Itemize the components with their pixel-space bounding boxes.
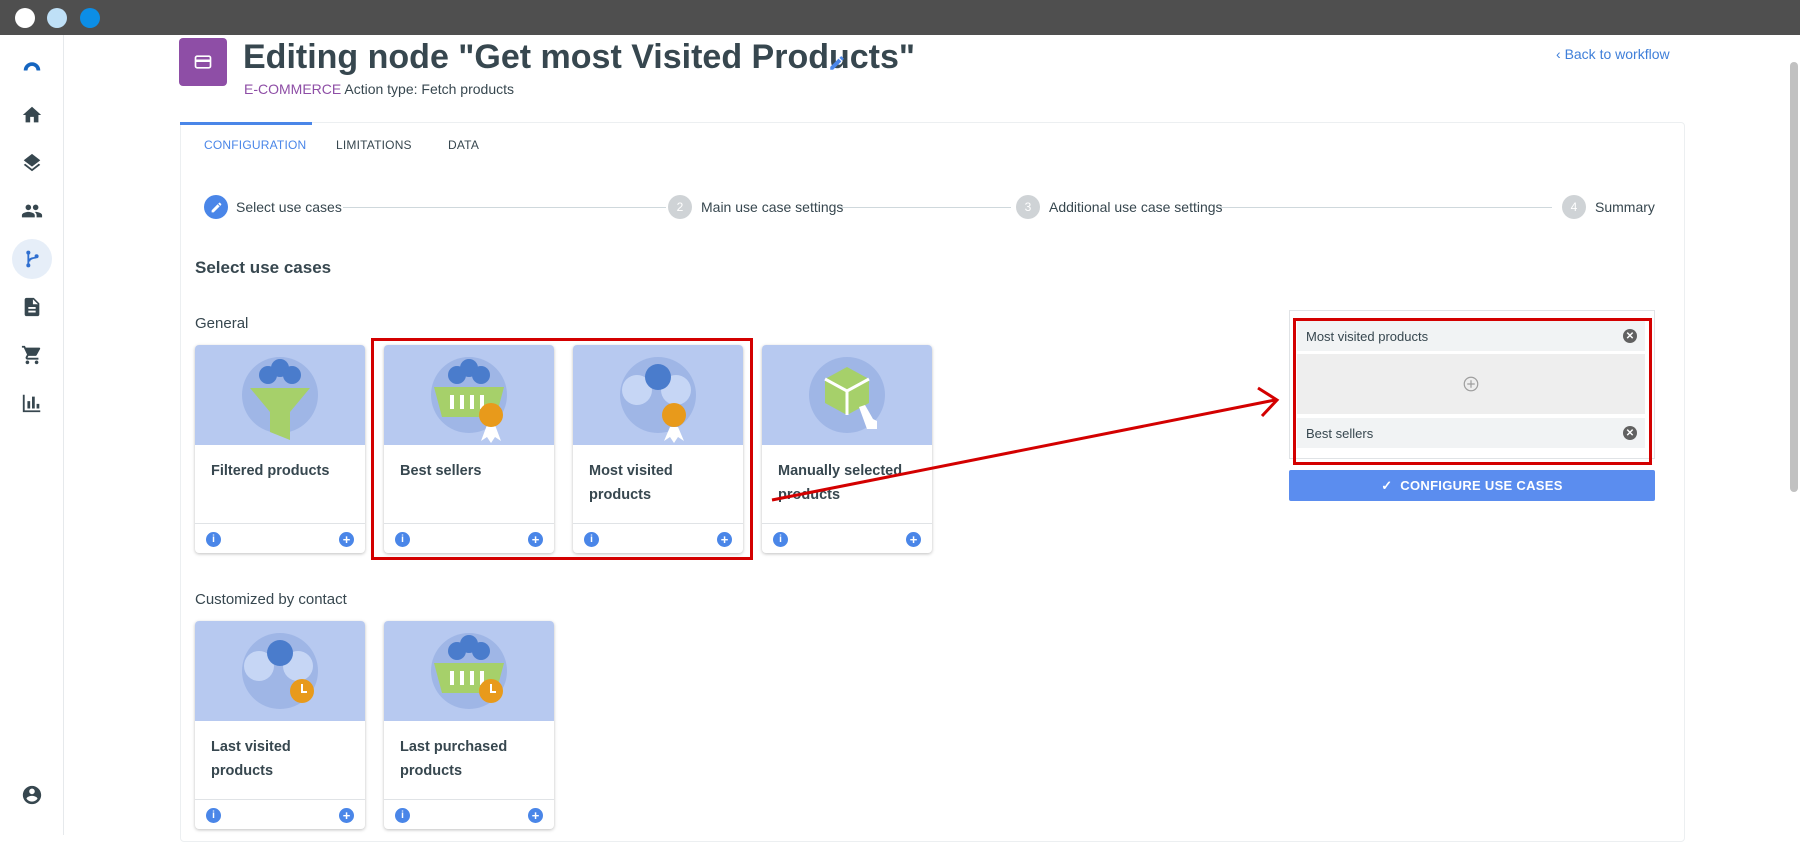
window-minimize-dot[interactable] xyxy=(47,8,67,28)
step-2-number[interactable]: 2 xyxy=(668,195,692,219)
bar-chart-icon[interactable] xyxy=(12,383,52,423)
people-icon[interactable] xyxy=(12,191,52,231)
step-2-label[interactable]: Main use case settings xyxy=(701,199,843,215)
funnel-icon xyxy=(195,345,365,445)
box-hand-icon xyxy=(762,345,932,445)
active-tab-indicator xyxy=(180,122,312,125)
back-link-label: Back to workflow xyxy=(1564,46,1670,62)
basket-clock-icon xyxy=(384,621,554,721)
node-subtitle: E-COMMERCE Action type: Fetch products xyxy=(244,81,514,97)
node-type-icon xyxy=(179,38,227,86)
card-title: Manually selected products xyxy=(778,463,903,503)
back-to-workflow-link[interactable]: ‹ Back to workflow xyxy=(1556,46,1670,62)
tab-limitations[interactable]: LIMITATIONS xyxy=(336,138,412,152)
step-3-label[interactable]: Additional use case settings xyxy=(1049,199,1223,215)
use-case-card-last-visited-products[interactable]: Last visited products i + xyxy=(195,621,365,829)
group-label-customized: Customized by contact xyxy=(195,591,347,608)
stepper-connector xyxy=(838,207,1011,208)
page-title: Editing node "Get most Visited Products" xyxy=(243,38,916,76)
group-label-general: General xyxy=(195,315,249,332)
document-icon[interactable] xyxy=(12,287,52,327)
card-footer: i + xyxy=(195,523,365,553)
use-case-card-manually-selected-products[interactable]: Manually selected products i + xyxy=(762,345,932,553)
vertical-scrollbar[interactable] xyxy=(1790,62,1798,492)
node-category: E-COMMERCE xyxy=(244,81,342,97)
highlight-box-general xyxy=(371,338,753,560)
window-titlebar xyxy=(0,0,1800,35)
add-icon[interactable]: + xyxy=(906,532,921,547)
account-icon[interactable] xyxy=(12,775,52,815)
card-footer: i + xyxy=(195,799,365,829)
step-1-label[interactable]: Select use cases xyxy=(236,199,342,215)
window-close-dot[interactable] xyxy=(15,8,35,28)
stepper-connector xyxy=(1220,207,1552,208)
add-icon[interactable]: + xyxy=(528,808,543,823)
configure-button-label: CONFIGURE USE CASES xyxy=(1400,478,1563,493)
section-title: Select use cases xyxy=(195,258,332,277)
highlight-box-selected xyxy=(1293,318,1652,465)
step-4-number[interactable]: 4 xyxy=(1562,195,1586,219)
stepper-connector xyxy=(343,207,666,208)
card-title: Filtered products xyxy=(211,463,330,479)
configure-use-cases-button[interactable]: ✓ CONFIGURE USE CASES xyxy=(1289,470,1655,501)
sidebar xyxy=(0,35,64,835)
add-icon[interactable]: + xyxy=(339,532,354,547)
cart-icon[interactable] xyxy=(12,335,52,375)
logo-icon[interactable] xyxy=(12,45,52,85)
window-maximize-dot[interactable] xyxy=(80,8,100,28)
add-icon[interactable]: + xyxy=(339,808,354,823)
workflow-icon[interactable] xyxy=(12,239,52,279)
check-icon: ✓ xyxy=(1381,477,1401,493)
card-title: Last purchased products xyxy=(400,739,508,779)
use-case-card-filtered-products[interactable]: Filtered products i + xyxy=(195,345,365,553)
card-footer: i + xyxy=(384,799,554,829)
use-case-card-last-purchased-products[interactable]: Last purchased products i + xyxy=(384,621,554,829)
step-3-number[interactable]: 3 xyxy=(1016,195,1040,219)
node-action-type: Action type: Fetch products xyxy=(344,81,514,97)
card-title: Last visited products xyxy=(211,739,291,779)
info-icon[interactable]: i xyxy=(206,808,221,823)
boxes-clock-icon xyxy=(195,621,365,721)
home-icon[interactable] xyxy=(12,95,52,135)
info-icon[interactable]: i xyxy=(773,532,788,547)
chevron-left-icon: ‹ xyxy=(1556,46,1565,62)
tab-configuration[interactable]: CONFIGURATION xyxy=(204,138,306,152)
step-4-label[interactable]: Summary xyxy=(1595,199,1655,215)
edit-title-pencil-icon[interactable] xyxy=(828,54,846,72)
info-icon[interactable]: i xyxy=(206,532,221,547)
step-1-edit-icon[interactable] xyxy=(204,195,228,219)
tab-data[interactable]: DATA xyxy=(448,138,479,152)
info-icon[interactable]: i xyxy=(395,808,410,823)
layers-icon[interactable] xyxy=(12,143,52,183)
card-footer: i + xyxy=(762,523,932,553)
